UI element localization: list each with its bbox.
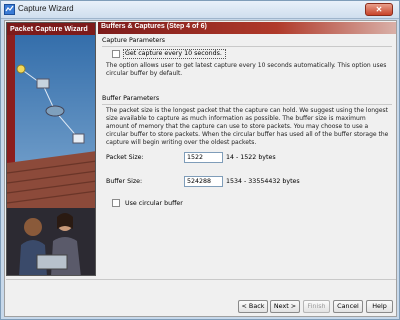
packet-size-range: 14 - 1522 bytes [226,154,276,161]
buffer-parameters-description: The packet size is the longest packet th… [106,107,389,146]
finish-button[interactable]: Finish [303,300,330,313]
capture-every-10s-checkbox[interactable] [112,50,120,58]
packet-size-input[interactable]: 1522 [184,152,223,163]
capture-wizard-window: Capture Wizard ✕ Packet Capture Wizard B… [0,0,400,320]
help-button[interactable]: Help [366,300,393,313]
window-title: Capture Wizard [18,4,74,13]
buffer-size-input[interactable]: 524288 [184,176,223,187]
buffer-size-range: 1534 - 33554432 bytes [226,178,300,185]
capture-every-10s-label[interactable]: Get capture every 10 seconds. [125,50,222,57]
wizard-banner: Packet Capture Wizard [6,22,96,276]
capture-parameters-divider [102,46,392,47]
main-panel: Capture Parameters Get capture every 10 … [98,35,396,276]
banner-title: Packet Capture Wizard [7,23,95,35]
footer-divider [6,279,396,280]
title-bar[interactable]: Capture Wizard ✕ [1,1,399,19]
next-button[interactable]: Next > [270,300,300,313]
app-icon [4,4,15,15]
packet-size-label: Packet Size: [106,154,144,161]
circular-buffer-label[interactable]: Use circular buffer [125,200,183,207]
capture-parameters-title: Capture Parameters [102,37,166,44]
banner-image [7,23,95,275]
buffer-parameters-divider [102,104,392,105]
step-header: Buffers & Captures (Step 4 of 6) [98,22,396,34]
close-icon: ✕ [375,5,383,14]
capture-parameters-description: The option allows user to get latest cap… [106,62,387,77]
circular-buffer-checkbox[interactable] [112,199,120,207]
step-title: Buffers & Captures (Step 4 of 6) [101,23,207,30]
cancel-button[interactable]: Cancel [333,300,363,313]
close-button[interactable]: ✕ [365,3,393,16]
wizard-body: Packet Capture Wizard Buffers & Captures… [4,20,397,317]
buffer-parameters-title: Buffer Parameters [102,95,160,102]
back-button[interactable]: < Back [238,300,268,313]
buffer-size-label: Buffer Size: [106,178,143,185]
